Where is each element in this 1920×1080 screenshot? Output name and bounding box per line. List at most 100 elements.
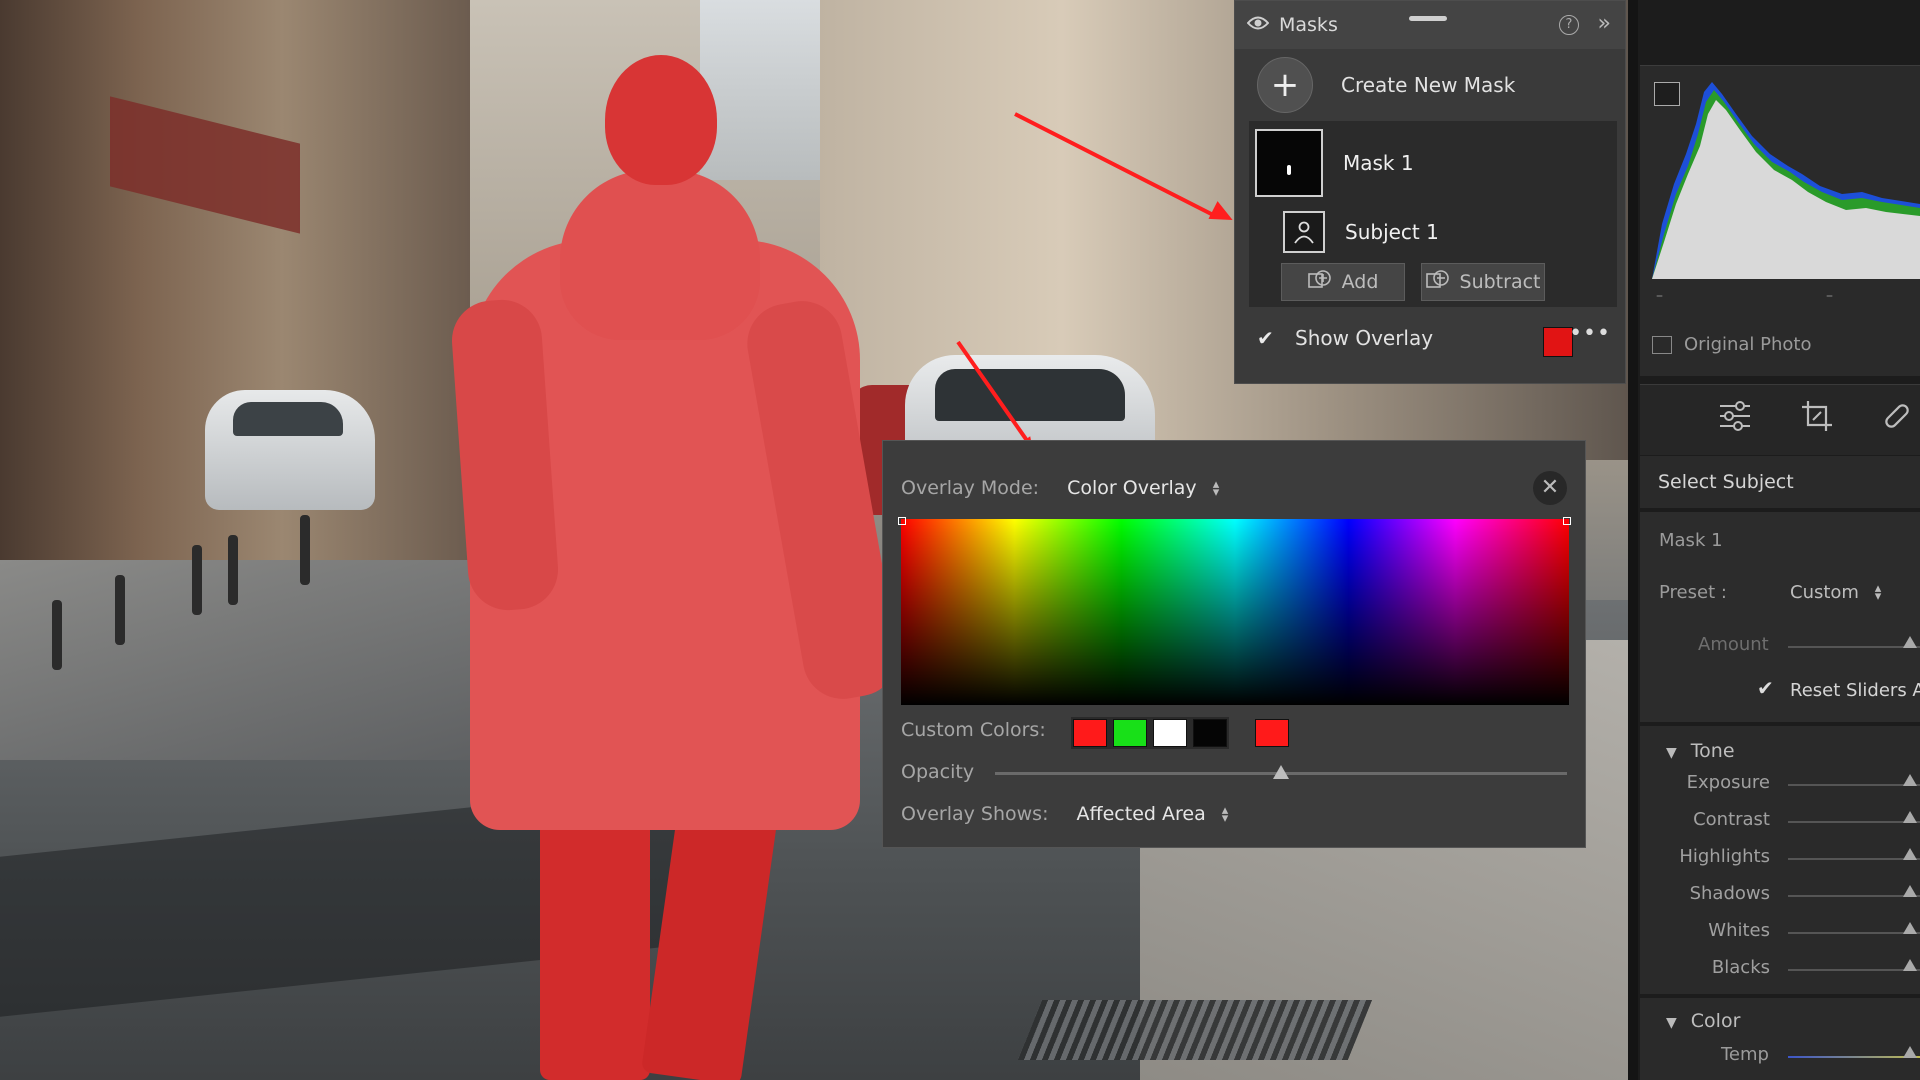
close-icon[interactable]: ✕ bbox=[1533, 471, 1567, 505]
drag-handle[interactable] bbox=[1409, 16, 1447, 21]
show-overlay-checkbox[interactable]: ✔ bbox=[1257, 328, 1275, 348]
mask-list: Mask 1 Subject 1 Add Subtract bbox=[1249, 121, 1617, 307]
panel-separator bbox=[1628, 0, 1638, 1080]
drain-grate bbox=[1017, 1000, 1373, 1060]
tone-slider-thumb[interactable] bbox=[1903, 922, 1917, 934]
reset-sliders-checkbox[interactable]: ✔ bbox=[1757, 676, 1774, 700]
stepper-icon[interactable]: ▴ ▾ bbox=[1213, 478, 1220, 499]
tone-slider-thumb[interactable] bbox=[1903, 848, 1917, 860]
tone-slider-label: Blacks bbox=[1711, 957, 1770, 978]
mask-name[interactable]: Mask 1 bbox=[1343, 151, 1414, 175]
mask-item[interactable]: Mask 1 bbox=[1255, 129, 1414, 197]
selected-color-swatch[interactable] bbox=[1255, 719, 1289, 747]
tool-strip bbox=[1640, 384, 1920, 455]
reset-sliders-label[interactable]: Reset Sliders A bbox=[1790, 680, 1920, 701]
original-photo-toggle[interactable]: Original Photo bbox=[1652, 334, 1812, 355]
spectrum-marker[interactable] bbox=[898, 517, 906, 525]
tone-slider-thumb[interactable] bbox=[1903, 774, 1917, 786]
subject-name[interactable]: Subject 1 bbox=[1345, 220, 1439, 244]
create-new-mask-row[interactable]: + Create New Mask bbox=[1235, 49, 1625, 121]
eye-icon[interactable] bbox=[1246, 15, 1270, 35]
amount-slider-thumb[interactable] bbox=[1903, 636, 1917, 648]
tone-slider-track[interactable] bbox=[1788, 784, 1920, 786]
overlay-options-popup: Overlay Mode: Color Overlay ▴ ▾ ✕ Custom … bbox=[882, 440, 1586, 848]
custom-color-swatch[interactable] bbox=[1073, 719, 1107, 747]
tone-slider-label: Contrast bbox=[1693, 809, 1770, 830]
overlay-shows-select[interactable]: Affected Area ▴ ▾ bbox=[1077, 803, 1229, 825]
opacity-label: Opacity bbox=[901, 761, 975, 783]
overlay-shows-value[interactable]: Affected Area bbox=[1077, 803, 1206, 825]
temp-slider-thumb[interactable] bbox=[1903, 1046, 1917, 1058]
subject-hood bbox=[560, 170, 760, 340]
subject-component[interactable]: Subject 1 bbox=[1283, 211, 1439, 253]
custom-color-swatches bbox=[1071, 717, 1229, 749]
add-mask-icon bbox=[1307, 269, 1332, 296]
show-overlay-row: ✔ Show Overlay ••• bbox=[1235, 307, 1625, 369]
color-spectrum[interactable] bbox=[901, 519, 1569, 705]
temp-slider[interactable] bbox=[1788, 1056, 1920, 1058]
histogram: – – bbox=[1640, 65, 1920, 376]
help-icon[interactable]: ? bbox=[1559, 15, 1579, 35]
sidewalk-left bbox=[0, 560, 520, 760]
amount-label: Amount bbox=[1698, 634, 1769, 655]
tone-header[interactable]: ▼ Tone bbox=[1666, 740, 1735, 762]
tone-slider-track[interactable] bbox=[1788, 821, 1920, 823]
original-photo-checkbox[interactable] bbox=[1652, 335, 1672, 354]
tone-slider-label: Highlights bbox=[1679, 846, 1770, 867]
color-title[interactable]: Color bbox=[1691, 1010, 1741, 1032]
bollard bbox=[52, 600, 62, 670]
tone-slider-thumb[interactable] bbox=[1903, 811, 1917, 823]
bollard bbox=[300, 515, 310, 585]
spectrum-marker[interactable] bbox=[1563, 517, 1571, 525]
preset-select[interactable]: Custom ▴ ▾ bbox=[1790, 582, 1881, 603]
mask-thumbnail[interactable] bbox=[1255, 129, 1323, 197]
tone-slider-track[interactable] bbox=[1788, 895, 1920, 897]
overlay-mode-select[interactable]: Color Overlay ▴ ▾ bbox=[1067, 477, 1219, 499]
masks-panel-title: Masks bbox=[1279, 14, 1338, 36]
preset-label: Preset : bbox=[1659, 582, 1727, 603]
tone-slider-track[interactable] bbox=[1788, 932, 1920, 934]
bollard bbox=[192, 545, 202, 615]
person-icon[interactable] bbox=[1283, 211, 1325, 253]
overlay-options-icon[interactable]: ••• bbox=[1569, 321, 1611, 346]
select-subject-header[interactable]: Select Subject bbox=[1640, 456, 1920, 508]
plus-icon[interactable]: + bbox=[1257, 57, 1313, 113]
color-header[interactable]: ▼ Color bbox=[1666, 1010, 1740, 1032]
collapse-icon[interactable]: » bbox=[1598, 11, 1611, 36]
overlay-mode-label: Overlay Mode: bbox=[901, 477, 1040, 499]
crop-icon[interactable] bbox=[1800, 399, 1834, 442]
show-overlay-label[interactable]: Show Overlay bbox=[1295, 326, 1433, 350]
subject-head bbox=[605, 55, 717, 185]
heal-icon[interactable] bbox=[1880, 399, 1914, 442]
tone-slider-label: Exposure bbox=[1686, 772, 1770, 793]
preset-value[interactable]: Custom bbox=[1790, 582, 1859, 603]
create-new-mask-label[interactable]: Create New Mask bbox=[1341, 73, 1515, 97]
custom-color-swatch[interactable] bbox=[1113, 719, 1147, 747]
overlay-mode-value[interactable]: Color Overlay bbox=[1067, 477, 1197, 499]
tone-title[interactable]: Tone bbox=[1691, 740, 1735, 762]
stepper-icon[interactable]: ▴ ▾ bbox=[1875, 582, 1882, 603]
tone-slider-thumb[interactable] bbox=[1903, 959, 1917, 971]
collapse-triangle-icon[interactable]: ▼ bbox=[1666, 1015, 1677, 1031]
subtract-label: Subtract bbox=[1459, 271, 1541, 293]
tone-slider-track[interactable] bbox=[1788, 858, 1920, 860]
tone-slider-track[interactable] bbox=[1788, 969, 1920, 971]
amount-slider[interactable] bbox=[1788, 646, 1920, 648]
tone-slider-thumb[interactable] bbox=[1903, 885, 1917, 897]
opacity-slider-thumb[interactable] bbox=[1273, 765, 1289, 779]
temp-label: Temp bbox=[1721, 1044, 1769, 1065]
masks-panel: Masks ? » + Create New Mask Mask 1 Subje… bbox=[1234, 0, 1626, 384]
custom-colors-label: Custom Colors: bbox=[901, 719, 1046, 741]
custom-color-swatch[interactable] bbox=[1153, 719, 1187, 747]
original-photo-label[interactable]: Original Photo bbox=[1684, 334, 1812, 355]
custom-color-swatch[interactable] bbox=[1193, 719, 1227, 747]
masks-panel-header[interactable]: Masks ? » bbox=[1235, 1, 1625, 49]
stepper-icon[interactable]: ▴ ▾ bbox=[1222, 804, 1229, 825]
subtract-mask-icon bbox=[1425, 269, 1450, 296]
parked-car-left bbox=[205, 390, 375, 510]
sliders-icon[interactable] bbox=[1718, 399, 1752, 442]
add-button[interactable]: Add bbox=[1281, 263, 1405, 301]
bollard bbox=[228, 535, 238, 605]
subtract-button[interactable]: Subtract bbox=[1421, 263, 1545, 301]
collapse-triangle-icon[interactable]: ▼ bbox=[1666, 745, 1677, 761]
